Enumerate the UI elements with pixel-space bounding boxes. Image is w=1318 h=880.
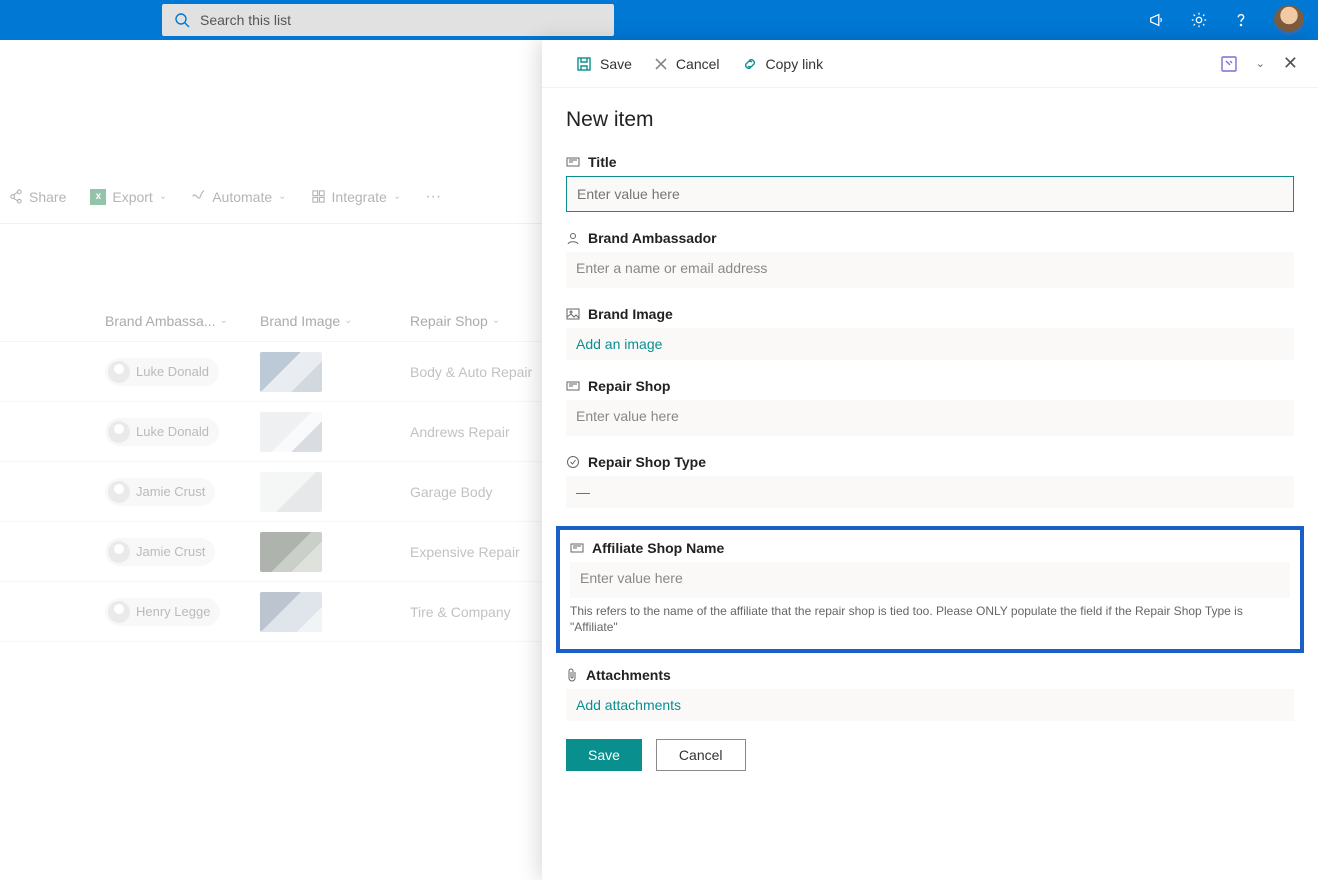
- chevron-down-icon: ⌄: [393, 191, 401, 202]
- image-thumbnail: [260, 532, 322, 572]
- image-thumbnail: [260, 352, 322, 392]
- person-icon: [566, 231, 580, 245]
- field-repair-shop-type: Repair Shop Type —: [566, 454, 1294, 508]
- repair-shop-input[interactable]: Enter value here: [566, 400, 1294, 436]
- image-thumbnail: [260, 592, 322, 632]
- text-field-icon: [566, 155, 580, 169]
- flow-icon: [191, 189, 206, 204]
- text-field-icon: [566, 379, 580, 393]
- chevron-down-icon: ⌄: [344, 315, 352, 326]
- more-button[interactable]: ···: [425, 188, 441, 206]
- col-header-brand-image[interactable]: Brand Image⌄: [260, 313, 410, 329]
- field-brand-ambassador: Brand Ambassador Enter a name or email a…: [566, 230, 1294, 288]
- chevron-down-icon: ⌄: [278, 191, 286, 202]
- repair-shop-type-input[interactable]: —: [566, 476, 1294, 508]
- image-thumbnail: [260, 412, 322, 452]
- help-icon[interactable]: [1232, 11, 1250, 29]
- panel-cancel-button[interactable]: Cancel: [654, 56, 720, 72]
- form-customize-icon[interactable]: [1220, 55, 1238, 73]
- save-button[interactable]: Save: [566, 739, 642, 771]
- repair-shop-cell: Expensive Repair: [410, 544, 520, 560]
- gear-icon[interactable]: [1190, 11, 1208, 29]
- chevron-down-icon[interactable]: ⌄: [1256, 57, 1265, 70]
- chevron-down-icon: ⌄: [159, 191, 167, 202]
- search-icon: [174, 12, 190, 28]
- cancel-button[interactable]: Cancel: [656, 739, 746, 771]
- search-box[interactable]: Search this list: [162, 4, 614, 36]
- field-title: Title: [566, 154, 1294, 212]
- megaphone-icon[interactable]: [1148, 11, 1166, 29]
- affiliate-hint: This refers to the name of the affiliate…: [570, 604, 1290, 635]
- avatar-icon: [108, 361, 130, 383]
- save-icon: [576, 56, 592, 72]
- panel-title: New item: [566, 108, 1294, 132]
- brand-ambassador-input[interactable]: Enter a name or email address: [566, 252, 1294, 288]
- person-chip: Luke Donald: [105, 418, 219, 446]
- panel-body: New item Title Brand Ambassador Enter a …: [542, 88, 1318, 880]
- new-item-panel: Save Cancel Copy link ⌄ ✕ New item: [542, 40, 1318, 880]
- avatar[interactable]: [1274, 5, 1304, 35]
- share-button[interactable]: Share: [8, 189, 66, 205]
- text-field-icon: [570, 541, 584, 555]
- col-header-repair-shop[interactable]: Repair Shop⌄: [410, 313, 560, 329]
- image-icon: [566, 307, 580, 321]
- panel-save-button[interactable]: Save: [576, 56, 632, 72]
- integrate-icon: [311, 189, 326, 204]
- excel-icon: x: [90, 189, 106, 205]
- person-chip: Henry Legge: [105, 598, 220, 626]
- person-chip: Jamie Crust: [105, 538, 215, 566]
- col-header-brand-ambassador[interactable]: Brand Ambassa...⌄: [105, 313, 260, 329]
- image-thumbnail: [260, 472, 322, 512]
- avatar-icon: [108, 421, 130, 443]
- add-image-link[interactable]: Add an image: [566, 328, 1294, 360]
- affiliate-shop-name-input[interactable]: Enter value here: [570, 562, 1290, 598]
- field-attachments: Attachments Add attachments: [566, 667, 1294, 721]
- avatar-icon: [108, 601, 130, 623]
- field-repair-shop: Repair Shop Enter value here: [566, 378, 1294, 436]
- share-icon: [8, 189, 23, 204]
- panel-command-bar: Save Cancel Copy link ⌄ ✕: [542, 40, 1318, 88]
- integrate-button[interactable]: Integrate ⌄: [311, 189, 402, 205]
- choice-icon: [566, 455, 580, 469]
- affiliate-highlight: Affiliate Shop Name Enter value here Thi…: [556, 526, 1304, 653]
- avatar-icon: [108, 541, 130, 563]
- field-brand-image: Brand Image Add an image: [566, 306, 1294, 360]
- add-attachments-link[interactable]: Add attachments: [566, 689, 1294, 721]
- avatar-icon: [108, 481, 130, 503]
- copy-link-button[interactable]: Copy link: [742, 56, 824, 72]
- form-buttons: Save Cancel: [566, 739, 1294, 771]
- repair-shop-cell: Garage Body: [410, 484, 493, 500]
- repair-shop-cell: Tire & Company: [410, 604, 511, 620]
- person-chip: Jamie Crust: [105, 478, 215, 506]
- repair-shop-cell: Body & Auto Repair: [410, 364, 532, 380]
- link-icon: [742, 56, 758, 72]
- automate-button[interactable]: Automate ⌄: [191, 189, 286, 205]
- chevron-down-icon: ⌄: [492, 315, 500, 326]
- title-input[interactable]: [566, 176, 1294, 212]
- search-placeholder: Search this list: [200, 12, 291, 28]
- person-chip: Luke Donald: [105, 358, 219, 386]
- repair-shop-cell: Andrews Repair: [410, 424, 510, 440]
- attachment-icon: [566, 668, 578, 682]
- close-panel-button[interactable]: ✕: [1283, 53, 1298, 74]
- app-header: Search this list: [0, 0, 1318, 40]
- close-icon: [654, 57, 668, 71]
- field-affiliate-shop-name: Affiliate Shop Name Enter value here Thi…: [570, 540, 1290, 635]
- chevron-down-icon: ⌄: [220, 315, 228, 326]
- export-button[interactable]: x Export ⌄: [90, 189, 167, 205]
